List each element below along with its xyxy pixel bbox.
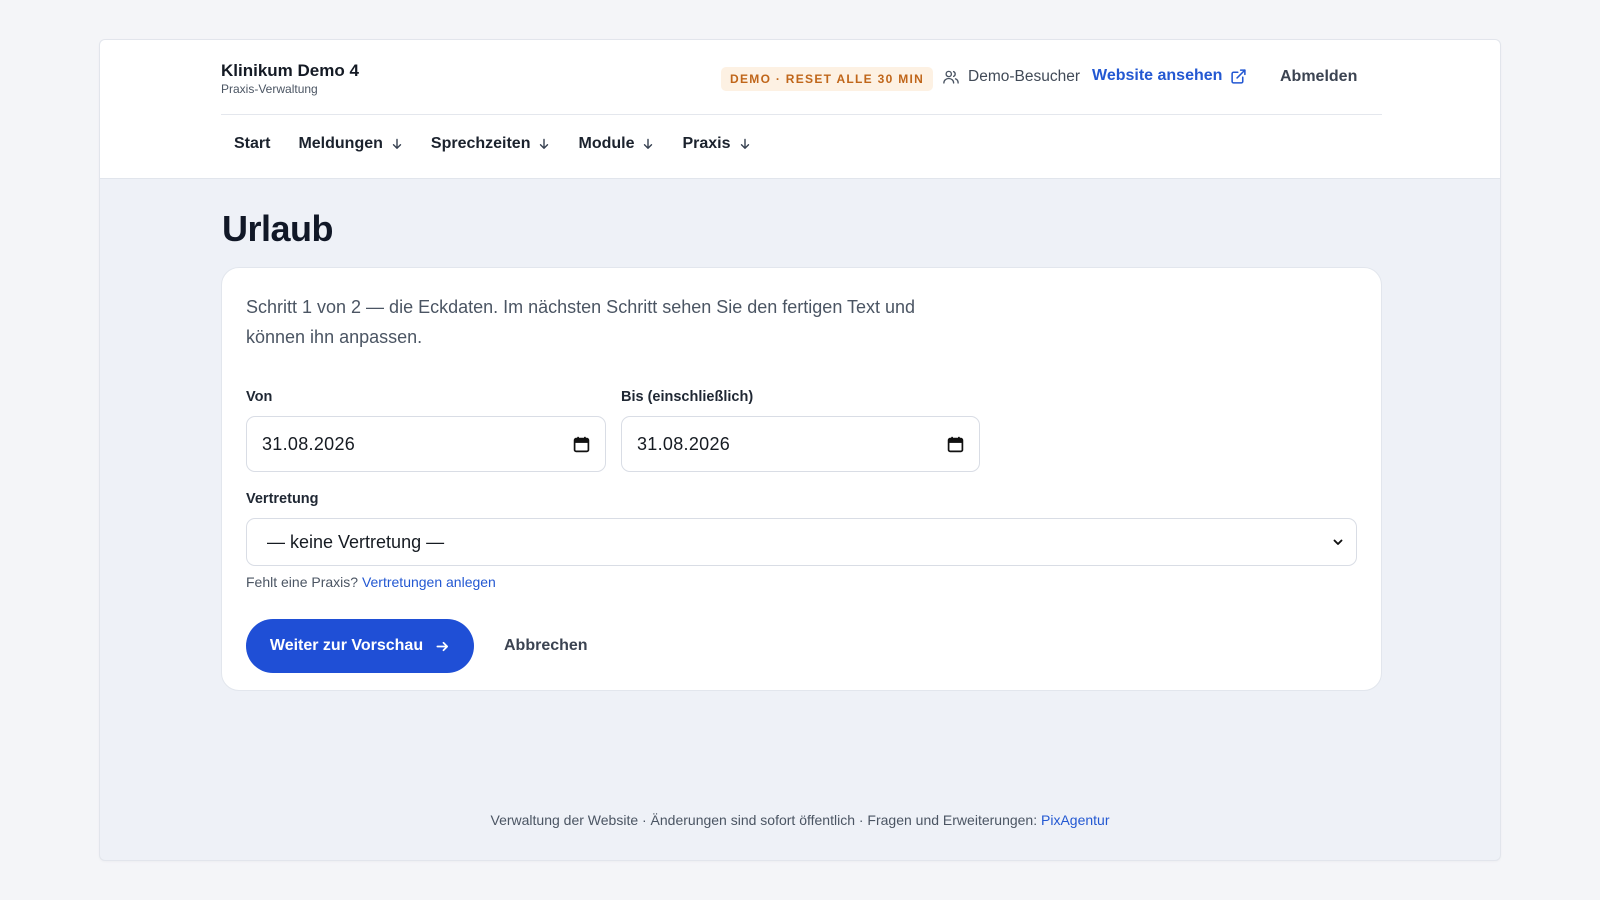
form-intro: Schritt 1 von 2 — die Eckdaten. Im nächs… <box>246 297 916 347</box>
to-date-input[interactable]: 31.08.2026 <box>621 416 980 472</box>
agency-link[interactable]: PixAgentur <box>1041 812 1109 828</box>
substitute-selected-value: — keine Vertretung — <box>267 531 445 552</box>
to-date-value: 31.08.2026 <box>637 433 731 454</box>
chevron-down-icon <box>1333 539 1343 545</box>
users-icon <box>943 70 959 84</box>
from-date-value: 31.08.2026 <box>262 433 356 454</box>
current-user: Demo-Besucher <box>942 68 1080 86</box>
continue-preview-label: Weiter zur Vorschau <box>269 637 424 654</box>
cancel-button[interactable]: Abbrechen <box>504 637 588 655</box>
page-title: Urlaub <box>222 208 334 249</box>
to-label: Bis (einschließlich) <box>621 389 754 405</box>
external-link-icon <box>1231 68 1247 84</box>
nav-item-label: Meldungen <box>298 135 383 152</box>
nav-item-sprechzeiten[interactable]: Sprechzeiten <box>417 132 565 156</box>
main-nav: Start Meldungen Sprechzeiten Module Prax… <box>221 132 765 156</box>
arrow-down-icon <box>392 138 402 149</box>
footer: Verwaltung der Website · Änderungen sind… <box>100 812 1500 828</box>
continue-preview-button[interactable]: Weiter zur Vorschau <box>246 619 474 673</box>
substitute-select[interactable]: — keine Vertretung — <box>246 518 1357 566</box>
user-name: Demo-Besucher <box>968 68 1080 85</box>
vacation-form-card: Schritt 1 von 2 — die Eckdaten. Im nächs… <box>221 267 1382 691</box>
view-website-label: Website ansehen <box>1092 67 1223 84</box>
footer-text: Verwaltung der Website · Änderungen sind… <box>490 812 1038 828</box>
brand-title: Klinikum Demo 4 <box>221 61 359 80</box>
nav-item-praxis[interactable]: Praxis <box>668 132 764 156</box>
view-website-link[interactable]: Website ansehen <box>1092 67 1247 85</box>
nav-item-meldungen[interactable]: Meldungen <box>284 132 416 156</box>
substitute-label: Vertretung <box>246 491 319 507</box>
nav-item-module[interactable]: Module <box>564 132 668 156</box>
from-date-input[interactable]: 31.08.2026 <box>246 416 606 472</box>
from-label: Von <box>246 389 273 405</box>
brand[interactable]: Klinikum Demo 4 Praxis-Verwaltung <box>221 61 359 96</box>
demo-badge: DEMO · RESET ALLE 30 MIN <box>721 67 934 91</box>
arrow-down-icon <box>540 138 549 149</box>
substitute-hint: Fehlt eine Praxis? Vertretungen anlegen <box>246 574 496 590</box>
create-substitutes-link[interactable]: Vertretungen anlegen <box>362 574 496 590</box>
nav-item-label: Praxis <box>682 135 731 152</box>
logout-button[interactable]: Abmelden <box>1280 68 1357 86</box>
arrow-down-icon <box>740 138 749 149</box>
top-header: Klinikum Demo 4 Praxis-Verwaltung DEMO ·… <box>100 40 1500 179</box>
brand-subtitle: Praxis-Verwaltung <box>221 82 318 96</box>
app-window: Klinikum Demo 4 Praxis-Verwaltung DEMO ·… <box>99 39 1501 861</box>
calendar-icon[interactable] <box>947 436 964 453</box>
nav-item-label: Start <box>234 135 271 152</box>
hint-text: Fehlt eine Praxis? <box>246 574 359 590</box>
nav-item-label: Sprechzeiten <box>430 135 531 152</box>
arrow-down-icon <box>644 138 653 149</box>
header-divider <box>221 114 1382 115</box>
nav-item-label: Module <box>578 135 635 152</box>
arrow-right-icon <box>436 641 449 651</box>
calendar-icon[interactable] <box>573 436 590 453</box>
nav-item-start[interactable]: Start <box>221 132 284 156</box>
